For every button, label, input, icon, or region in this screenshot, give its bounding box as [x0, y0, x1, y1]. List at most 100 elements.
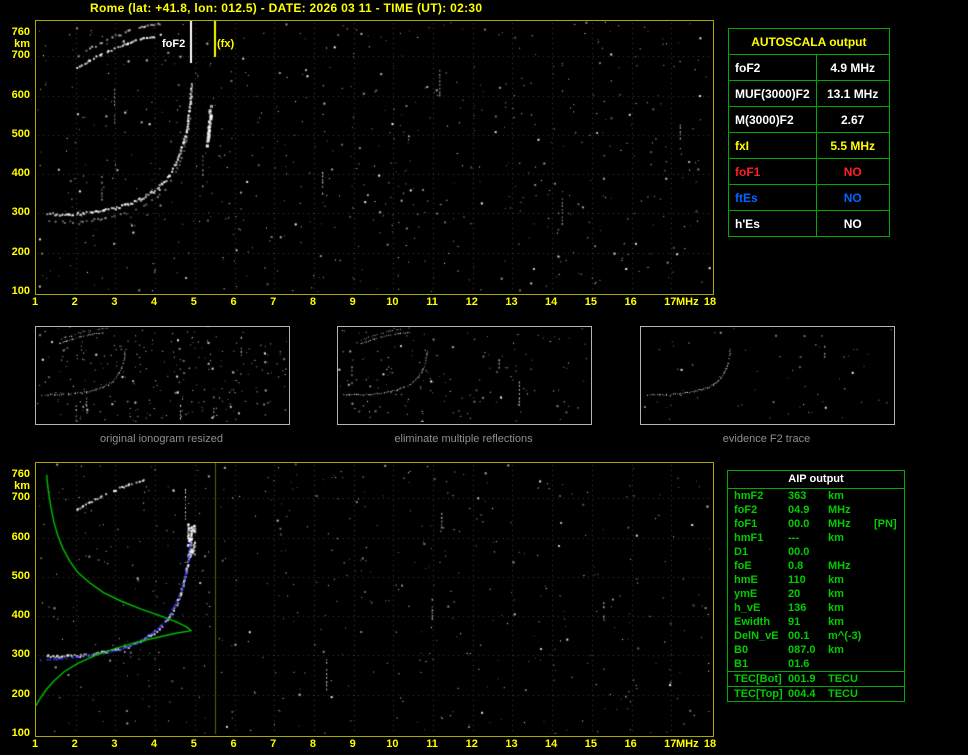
aip-param-value: 363 [788, 490, 807, 502]
y-tick-label: 600 [11, 530, 30, 543]
ionogram-bottom-plot [35, 462, 714, 737]
aip-param-value: 087.0 [788, 644, 816, 656]
autoscala-row: foF2 4.9 MHz [728, 54, 890, 81]
x-tick-label: 11 [426, 296, 438, 308]
thumbnail-evidence-f2 [640, 326, 895, 425]
x-tick-label: 2 [71, 738, 78, 750]
y-tick-label: 700 [11, 49, 30, 62]
x-tick-label: 14 [545, 296, 558, 308]
x-tick-label: 3 [111, 296, 118, 308]
autoscala-param-label: foF2 [728, 54, 817, 81]
aip-param-value: 0.8 [788, 560, 804, 572]
y-axis-unit-label: km [14, 38, 30, 50]
autoscala-param-value: NO [815, 184, 890, 211]
autoscala-param-value: NO [815, 158, 890, 185]
aip-param-value: 001.9 [788, 673, 816, 685]
aip-row: TEC[Top] 004.4 TECU [728, 686, 904, 701]
aip-param-unit: km [828, 490, 844, 502]
autoscala-param-label: M(3000)F2 [728, 106, 817, 133]
aip-param-name: ymE [734, 588, 758, 600]
aip-param-name: h_vE [734, 602, 761, 614]
ionogram-top-canvas [36, 21, 711, 292]
aip-param-unit: MHz [828, 560, 851, 572]
aip-param-name: Ewidth [734, 616, 771, 628]
thumbnail-eliminate-canvas [338, 327, 589, 422]
aip-row: hmE 110 km [728, 573, 904, 587]
y-tick-label: 300 [11, 206, 30, 219]
ionogram-top-x-axis: 1 2 3 4 5 6 7 8 9 10 11 12 13 14 15 16 17 18 MHz [0, 296, 968, 310]
aip-row: foE 0.8 MHz [728, 559, 904, 573]
aip-param-name: hmF1 [734, 532, 764, 544]
thumbnail-original-ionogram [35, 326, 290, 425]
aip-param-name: foF1 [734, 518, 758, 530]
aip-param-name: DelN_vE [734, 630, 779, 642]
thumbnail-caption-original: original ionogram resized [100, 433, 223, 445]
aip-row: foF2 04.9 MHz [728, 503, 904, 517]
y-tick-label: 700 [11, 491, 30, 504]
autoscala-param-label: h'Es [728, 210, 817, 237]
aip-param-note [874, 643, 904, 657]
y-tick-label: 760 [11, 467, 30, 480]
autoscala-param-value: NO [815, 210, 890, 237]
x-tick-label: 12 [465, 296, 478, 308]
x-tick-label: 2 [71, 296, 78, 308]
aip-param-unit: km [828, 588, 844, 600]
aip-param-name: TEC[Top] [734, 688, 783, 700]
aip-param-unit: km [828, 532, 844, 544]
y-tick-label: 400 [11, 167, 30, 180]
aip-param-note [874, 587, 904, 601]
x-tick-label: 9 [349, 296, 356, 308]
ionogram-top-plot: foF2 (fx) [35, 20, 714, 295]
aip-param-name: foE [734, 560, 752, 572]
aip-param-note [874, 545, 904, 559]
autoscala-param-label: MUF(3000)F2 [728, 80, 817, 107]
x-tick-label: 13 [505, 296, 518, 308]
aip-param-unit: MHz [828, 518, 851, 530]
y-axis-unit-label: km [14, 480, 30, 492]
x-tick-label: 10 [386, 296, 399, 308]
aip-param-unit [828, 545, 874, 559]
thumbnail-caption-evidence: evidence F2 trace [722, 433, 811, 445]
aip-output-table: AIP output hmF2 363 km foF2 04.9 MHz foF1 00.0 M… [727, 470, 905, 702]
x-tick-label: 10 [386, 738, 399, 750]
y-tick-label: 300 [11, 648, 30, 661]
aip-param-unit: MHz [828, 504, 851, 516]
aip-param-unit: km [828, 616, 844, 628]
x-tick-label: 11 [426, 738, 438, 750]
aip-rows: hmF2 363 km foF2 04.9 MHz foF1 00.0 MHz [PN] hmF1 -… [728, 489, 904, 701]
aip-param-note [874, 531, 904, 545]
x-tick-label: 5 [190, 738, 197, 750]
x-tick-label: 15 [584, 738, 597, 750]
aip-param-value: 00.0 [788, 518, 810, 530]
aip-param-name: hmF2 [734, 490, 764, 502]
aip-param-value: 136 [788, 602, 807, 614]
aip-param-name: hmE [734, 574, 758, 586]
thumbnail-caption-eliminate: eliminate multiple reflections [394, 433, 533, 445]
thumbnail-eliminate-reflections [337, 326, 592, 425]
autoscala-output-table: AUTOSCALA output foF2 4.9 MHz MUF(3000)F2 13… [728, 28, 890, 237]
ionogram-top-y-axis: 760 700 600 500 400 300 200 100 km [0, 20, 33, 297]
x-tick-label: 7 [270, 296, 277, 308]
ionogram-bottom-y-axis: 760 700 600 500 400 300 200 100 km [0, 462, 33, 739]
aip-param-unit: TECU [828, 688, 858, 700]
x-tick-label: 4 [151, 296, 158, 308]
aip-header: AIP output [728, 471, 904, 489]
aip-param-name: B0 [734, 644, 749, 656]
ionogram-bottom-x-axis: 1 2 3 4 5 6 7 8 9 10 11 12 13 14 15 16 17 18 MHz [0, 738, 968, 752]
y-tick-label: 500 [11, 569, 30, 582]
aip-row: Ewidth 91 km [728, 615, 904, 629]
x-tick-label: 1 [31, 738, 39, 750]
aip-param-value: 91 [788, 616, 801, 628]
autoscala-row: M(3000)F2 2.67 [728, 106, 890, 133]
aip-row: TEC[Bot] 001.9 TECU [728, 671, 904, 686]
x-tick-label: 3 [111, 738, 118, 750]
aip-param-value: 00.1 [788, 630, 810, 642]
x-tick-label: 7 [270, 738, 277, 750]
y-tick-label: 200 [11, 245, 30, 258]
x-tick-label: 16 [624, 296, 637, 308]
aip-row: hmF1 --- km [728, 531, 904, 545]
aip-param-name: D1 [734, 546, 749, 558]
aip-row: B1 01.6 [728, 657, 904, 671]
aip-param-value: 004.4 [788, 688, 816, 700]
x-tick-label: 13 [505, 738, 518, 750]
